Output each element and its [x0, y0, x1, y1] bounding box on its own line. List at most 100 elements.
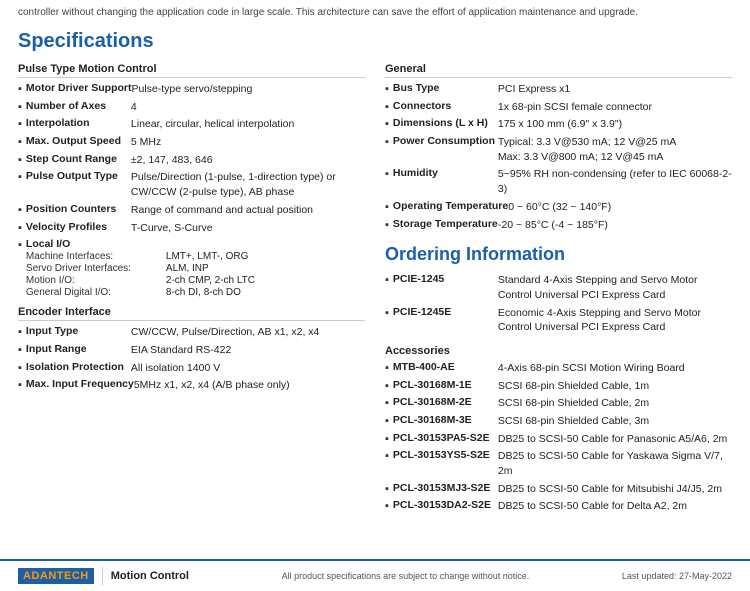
list-item: Dimensions (L x H) 175 x 100 mm (6.9" x … [385, 117, 732, 132]
spec-label-step-count: Step Count Range [26, 153, 131, 165]
spec-value-isolation: All isolation 1400 V [131, 361, 220, 376]
list-item: PCL-30168M-3E SCSI 68-pin Shielded Cable… [385, 414, 732, 429]
list-item: PCL-30153DA2-S2E DB25 to SCSI-50 Cable f… [385, 499, 732, 514]
spec-value-max-output-speed: 5 MHz [131, 135, 161, 150]
spec-label-pulse-output-type: Pulse Output Type [26, 170, 131, 182]
spec-value-pcl30153ys5: DB25 to SCSI-50 Cable for Yaskawa Sigma … [498, 449, 732, 478]
ordering-section: Ordering Information PCIE-1245 Standard … [385, 244, 732, 514]
list-item: MTB-400-AE 4-Axis 68-pin SCSI Motion Wir… [385, 361, 732, 376]
spec-label-max-input-freq: Max. Input Frequency [26, 378, 134, 390]
spec-value-position-counters: Range of command and actual position [131, 203, 313, 218]
spec-label-humidity: Humidity [393, 167, 498, 179]
local-io-digital-label: General Digital I/O: [26, 287, 166, 298]
list-item: PCIE-1245 Standard 4-Axis Stepping and S… [385, 273, 732, 302]
list-item: Interpolation Linear, circular, helical … [18, 117, 365, 132]
spec-label-bus-type: Bus Type [393, 82, 498, 94]
footer-note: All product specifications are subject t… [282, 571, 530, 581]
list-item: PCIE-1245E Economic 4-Axis Stepping and … [385, 306, 732, 335]
spec-value-pcl30153mj3: DB25 to SCSI-50 Cable for Mitsubishi J4/… [498, 482, 722, 497]
list-item: Max. Output Speed 5 MHz [18, 135, 365, 150]
list-item: Velocity Profiles T-Curve, S-Curve [18, 221, 365, 236]
spec-value-humidity: 5~95% RH non-condensing (refer to IEC 60… [498, 167, 732, 196]
list-item: Bus Type PCI Express x1 [385, 82, 732, 97]
local-io-sub-machine: Machine Interfaces: LMT+, LMT-, ORG [26, 251, 365, 262]
spec-value-bus-type: PCI Express x1 [498, 82, 570, 97]
local-io-label: Local I/O [26, 238, 365, 250]
spec-label-axes: Number of Axes [26, 100, 131, 112]
local-io-machine-value: LMT+, LMT-, ORG [166, 251, 249, 262]
list-item: Local I/O Machine Interfaces: LMT+, LMT-… [18, 238, 365, 298]
top-description: controller without changing the applicat… [18, 7, 638, 18]
local-io-sub-motion: Motion I/O: 2-ch CMP, 2-ch LTC [26, 275, 365, 286]
spec-value-pcl30168m2e: SCSI 68-pin Shielded Cable, 2m [498, 396, 649, 411]
list-item: Input Type CW/CCW, Pulse/Direction, AB x… [18, 325, 365, 340]
spec-label-input-range: Input Range [26, 343, 131, 355]
list-item: PCL-30168M-1E SCSI 68-pin Shielded Cable… [385, 379, 732, 394]
spec-value-connectors: 1x 68-pin SCSI female connector [498, 100, 652, 115]
spec-label-pcl30168m3e: PCL-30168M-3E [393, 414, 498, 426]
spec-value-pcie1245: Standard 4-Axis Stepping and Servo Motor… [498, 273, 732, 302]
spec-label-pcl30168m1e: PCL-30168M-1E [393, 379, 498, 391]
spec-label-interpolation: Interpolation [26, 117, 131, 129]
accessories-title: Accessories [385, 345, 732, 357]
list-item: PCL-30153PA5-S2E DB25 to SCSI-50 Cable f… [385, 432, 732, 447]
page-title: Specifications [18, 30, 732, 53]
spec-value-pcie1245e: Economic 4-Axis Stepping and Servo Motor… [498, 306, 732, 335]
local-io-digital-value: 8-ch DI, 8-ch DO [166, 287, 241, 298]
list-item: Input Range EIA Standard RS-422 [18, 343, 365, 358]
pulse-section-title: Pulse Type Motion Control [18, 63, 365, 78]
list-item: Motor Driver Support Pulse-type servo/st… [18, 82, 365, 97]
spec-label-pcl30168m2e: PCL-30168M-2E [393, 396, 498, 408]
spec-value-power-consumption: Typical: 3.3 V@530 mA; 12 V@25 mAMax: 3.… [498, 135, 676, 164]
general-section: General Bus Type PCI Express x1 Connecto… [385, 63, 732, 232]
list-item: Humidity 5~95% RH non-condensing (refer … [385, 167, 732, 196]
spec-label-pcl30153ys5: PCL-30153YS5-S2E [393, 449, 498, 461]
list-item: Operating Temperature 0 ~ 60°C (32 ~ 140… [385, 200, 732, 215]
spec-value-max-input-freq: 5MHz x1, x2, x4 (A/B phase only) [134, 378, 290, 393]
spec-label-max-output-speed: Max. Output Speed [26, 135, 131, 147]
spec-label-pcie1245: PCIE-1245 [393, 273, 498, 285]
spec-label-connectors: Connectors [393, 100, 498, 112]
local-io-sub-servo: Servo Driver Interfaces: ALM, INP [26, 263, 365, 274]
spec-value-pulse-output-type: Pulse/Direction (1-pulse, 1-direction ty… [131, 170, 365, 199]
list-item: Max. Input Frequency 5MHz x1, x2, x4 (A/… [18, 378, 365, 393]
spec-value-velocity-profiles: T-Curve, S-Curve [131, 221, 213, 236]
list-item: Position Counters Range of command and a… [18, 203, 365, 218]
spec-label-pcl30153da2: PCL-30153DA2-S2E [393, 499, 498, 511]
local-io-servo-label: Servo Driver Interfaces: [26, 263, 166, 274]
spec-label-mtb400ae: MTB-400-AE [393, 361, 498, 373]
list-item: Number of Axes 4 [18, 100, 365, 115]
spec-value-motor-driver: Pulse-type servo/stepping [132, 82, 253, 97]
spec-value-pcl30153da2: DB25 to SCSI-50 Cable for Delta A2, 2m [498, 499, 687, 514]
spec-value-operating-temp: 0 ~ 60°C (32 ~ 140°F) [508, 200, 611, 215]
spec-label-power-consumption: Power Consumption [393, 135, 498, 147]
list-item: Connectors 1x 68-pin SCSI female connect… [385, 100, 732, 115]
list-item: Pulse Output Type Pulse/Direction (1-pul… [18, 170, 365, 199]
encoder-section: Encoder Interface Input Type CW/CCW, Pul… [18, 306, 365, 393]
spec-value-input-range: EIA Standard RS-422 [131, 343, 231, 358]
left-column: Pulse Type Motion Control Motor Driver S… [18, 63, 365, 517]
spec-value-interpolation: Linear, circular, helical interpolation [131, 117, 294, 132]
spec-label-isolation: Isolation Protection [26, 361, 131, 373]
list-item: PCL-30153YS5-S2E DB25 to SCSI-50 Cable f… [385, 449, 732, 478]
spec-label-pcl30153mj3: PCL-30153MJ3-S2E [393, 482, 498, 494]
spec-value-pcl30168m1e: SCSI 68-pin Shielded Cable, 1m [498, 379, 649, 394]
spec-label-storage-temp: Storage Temperature [393, 218, 498, 230]
list-item: PCL-30153MJ3-S2E DB25 to SCSI-50 Cable f… [385, 482, 732, 497]
list-item: Step Count Range ±2, 147, 483, 646 [18, 153, 365, 168]
spec-value-axes: 4 [131, 100, 137, 115]
spec-value-pcl30168m3e: SCSI 68-pin Shielded Cable, 3m [498, 414, 649, 429]
footer-logo-text: AD [23, 570, 40, 582]
spec-label-pcl30153pa5: PCL-30153PA5-S2E [393, 432, 498, 444]
spec-label-motor-driver: Motor Driver Support [26, 82, 132, 94]
list-item: Power Consumption Typical: 3.3 V@530 mA;… [385, 135, 732, 164]
spec-value-input-type: CW/CCW, Pulse/Direction, AB x1, x2, x4 [131, 325, 319, 340]
right-column: General Bus Type PCI Express x1 Connecto… [385, 63, 732, 517]
spec-label-velocity-profiles: Velocity Profiles [26, 221, 131, 233]
list-item: Isolation Protection All isolation 1400 … [18, 361, 365, 376]
list-item: Storage Temperature -20 ~ 85°C (-4 ~ 185… [385, 218, 732, 233]
local-io-motion-value: 2-ch CMP, 2-ch LTC [166, 275, 255, 286]
spec-label-position-counters: Position Counters [26, 203, 131, 215]
local-io-machine-label: Machine Interfaces: [26, 251, 166, 262]
spec-label-input-type: Input Type [26, 325, 131, 337]
